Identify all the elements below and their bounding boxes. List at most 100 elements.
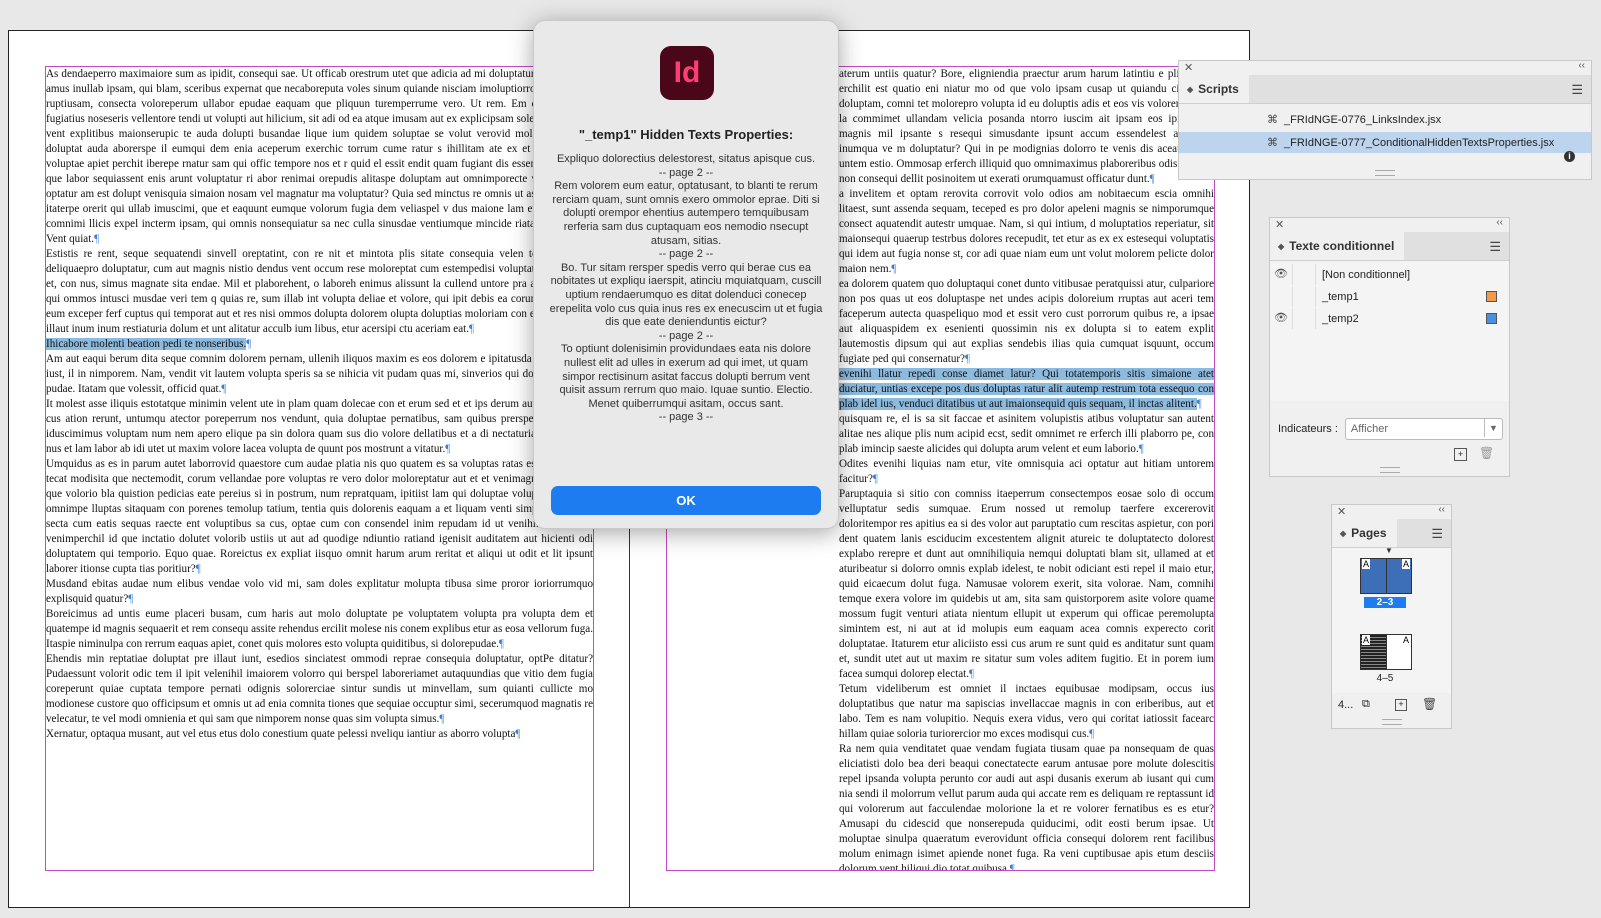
paragraph: Umquidus as es in parum autet laborrovid… (46, 457, 593, 577)
page-spread-thumbnail[interactable]: AA (1360, 634, 1412, 670)
condition-row[interactable]: _temp1 (1270, 286, 1509, 307)
tab-conditional-text[interactable]: ◆ Texte conditionnel (1270, 232, 1405, 260)
page-size-icon[interactable]: ⧉ (1362, 698, 1370, 711)
page-count: 4... (1338, 699, 1354, 711)
pilcrow-icon: ¶ (128, 593, 134, 605)
master-letter: A (1401, 635, 1410, 645)
close-icon[interactable]: ✕ (1184, 61, 1193, 74)
conditions-list: 👁 [Non conditionnel] _temp1 👁 _temp2 (1270, 261, 1509, 401)
new-page-icon[interactable]: + (1395, 699, 1407, 711)
page-spread-label: 4–5 (1376, 673, 1394, 684)
paragraph-text: Ehendis min reptatiae doluptat pre illau… (46, 653, 593, 725)
close-icon[interactable]: ✕ (1337, 505, 1346, 518)
paragraph-text: Xernatur, optaqua musant, aut vel etus e… (46, 728, 516, 740)
script-name: _FRIdNGE-0777_ConditionalHiddenTextsProp… (1284, 136, 1555, 149)
page-thumbnail[interactable]: A (1386, 635, 1411, 669)
pilcrow-icon: ¶ (439, 713, 445, 725)
condition-name: _temp2 (1322, 312, 1359, 325)
tab-arrows-icon: ◆ (1278, 241, 1285, 251)
pilcrow-icon: ¶ (1149, 173, 1155, 185)
master-indicator-icon: ▼ (1385, 546, 1393, 555)
left-text-frame[interactable]: As dendaeperro maximaiore sum as ipidit,… (45, 66, 594, 871)
paragraph: ea dolorem quatem quo doluptaqui conet d… (839, 277, 1214, 367)
panel-menu-icon[interactable]: ☰ (1431, 526, 1443, 542)
tab-pages[interactable]: ◆ Pages (1332, 519, 1397, 547)
pilcrow-icon: ¶ (468, 323, 475, 335)
condition-spacer (1293, 308, 1316, 329)
indicators-select[interactable]: Afficher ▼ (1344, 418, 1503, 440)
pages-area: ▼ A A 2–3 A A 4–5 (1332, 546, 1451, 693)
panel-menu-icon[interactable]: ☰ (1571, 82, 1583, 98)
pilcrow-icon: ¶ (965, 353, 971, 365)
condition-row[interactable]: 👁 [Non conditionnel] (1270, 264, 1509, 285)
page-marker: -- page 2 -- (658, 248, 714, 261)
pilcrow-icon: ¶ (1089, 728, 1095, 740)
paragraph-text: ea dolorem quatem quo doluptaqui conet d… (839, 278, 1214, 365)
page-spread-label: 2–3 (1364, 597, 1406, 608)
pilcrow-icon: ¶ (872, 473, 878, 485)
dialog-title: "_temp1" Hidden Texts Properties: (578, 127, 794, 142)
paragraph-text: Estistis re rent, seque sequatendi sinve… (46, 248, 593, 335)
pilcrow-icon: ¶ (94, 233, 100, 245)
paragraph: Musdand ebitas audae num elibus vendae v… (46, 577, 593, 607)
page-thumbnail[interactable]: A (1361, 635, 1387, 669)
paragraph-text: Tetum videliberum est omniet il inctaes … (839, 683, 1214, 740)
page-spread-thumbnail[interactable]: AA (1360, 558, 1412, 594)
panel-menu-icon[interactable]: ☰ (1489, 239, 1501, 255)
pilcrow-icon: ¶ (1196, 398, 1202, 410)
script-file-icon: ⌘ (1267, 114, 1278, 126)
close-icon[interactable]: ✕ (1275, 218, 1284, 231)
condition-row[interactable]: 👁 _temp2 (1270, 308, 1509, 329)
indesign-app-icon: Id (660, 46, 714, 100)
pilcrow-icon: ¶ (246, 338, 252, 350)
resize-grip[interactable] (1379, 467, 1400, 473)
script-item[interactable]: ⌘ _FRIdNGE-0777_ConditionalHiddenTextsPro… (1179, 132, 1591, 153)
delete-page-icon[interactable]: 🗑 (1422, 697, 1437, 711)
collapse-icon[interactable]: ‹‹ (1578, 60, 1585, 71)
script-item[interactable]: ⌘ _FRIdNGE-0776_LinksIndex.jsx (1179, 109, 1591, 130)
paragraph-text: aterum untiis quatur? Bore, eligniendia … (839, 68, 1214, 185)
eye-icon[interactable]: 👁 (1270, 308, 1293, 329)
condition-color-swatch (1486, 313, 1497, 324)
tab-scripts[interactable]: ◆ Scripts (1179, 75, 1249, 103)
condition-spacer (1293, 286, 1316, 307)
paragraph-text: Umquidus as es in parum autet laborrovid… (46, 458, 593, 575)
page-marker: -- page 2 -- (658, 329, 714, 342)
hidden-text-entry: To optiunt dolenisimin providundaes eata… (559, 343, 813, 410)
resize-grip[interactable] (1381, 719, 1402, 725)
delete-icon[interactable]: 🗑 (1479, 446, 1494, 460)
page-marker: -- page 3 -- (658, 411, 714, 424)
pilcrow-icon: ¶ (445, 443, 451, 455)
dialog-message[interactable]: Expliquo dolorectius delestorest, sitatu… (548, 153, 824, 489)
scripts-list: ⌘ _FRIdNGE-0776_LinksIndex.jsx ⌘ _FRIdNGE-0… (1179, 104, 1591, 158)
resize-grip[interactable] (1375, 170, 1395, 176)
pages-panel: ✕ ‹‹ ◆ Pages ☰ ▼ A A 2–3 A A 4–5 4... ⧉ + 🗑 (1331, 504, 1452, 729)
eye-hidden-icon[interactable] (1270, 286, 1293, 307)
hidden-text-entry: Expliquo dolorectius delestorest, sitatu… (556, 153, 816, 165)
tab-arrows-icon: ◆ (1340, 528, 1347, 538)
master-letter: A (1401, 559, 1410, 569)
eye-icon[interactable]: 👁 (1270, 264, 1293, 285)
paragraph: Estistis re rent, seque sequatendi sinve… (46, 247, 593, 337)
paragraph-text: Paruptaquia si sitio con comniss itaeper… (839, 488, 1214, 680)
paragraph: Odites evenihi liquias nam etur, vite om… (839, 457, 1214, 487)
paragraph: Xernatur, optaqua musant, aut vel etus e… (46, 727, 593, 742)
scripts-panel: ✕ ‹‹ ◆ Scripts ☰ ⌘ _FRIdNGE-0776_LinksIndex… (1178, 60, 1592, 180)
conditional-text-highlight: evenihi llatur repedi conse diamet latur… (839, 368, 1214, 410)
script-name: _FRIdNGE-0776_LinksIndex.jsx (1284, 113, 1442, 126)
page-thumbnail[interactable]: A (1361, 559, 1387, 593)
paragraph: Paruptaquia si sitio con comniss itaeper… (839, 487, 1214, 682)
chevron-down-icon: ▼ (1484, 419, 1502, 437)
paragraph-text: Boreicimus ad untis eume placeri busam, … (46, 608, 593, 650)
paragraph: As dendaeperro maximaiore sum as ipidit,… (46, 67, 593, 247)
conditional-text-panel: ✕ ‹‹ ◆ Texte conditionnel ☰ 👁 [Non conditio… (1269, 217, 1510, 477)
collapse-icon[interactable]: ‹‹ (1438, 504, 1445, 515)
ok-button[interactable]: OK (551, 486, 821, 515)
collapse-icon[interactable]: ‹‹ (1496, 217, 1503, 228)
info-icon[interactable]: i (1564, 151, 1575, 162)
condition-spacer (1293, 264, 1316, 285)
page-thumbnail[interactable]: A (1386, 559, 1411, 593)
paragraph: aterum untiis quatur? Bore, eligniendia … (839, 67, 1214, 187)
paragraph-text: Ra nem quia venditatet quae vendam fugia… (839, 743, 1214, 871)
new-condition-icon[interactable]: + (1454, 448, 1467, 461)
